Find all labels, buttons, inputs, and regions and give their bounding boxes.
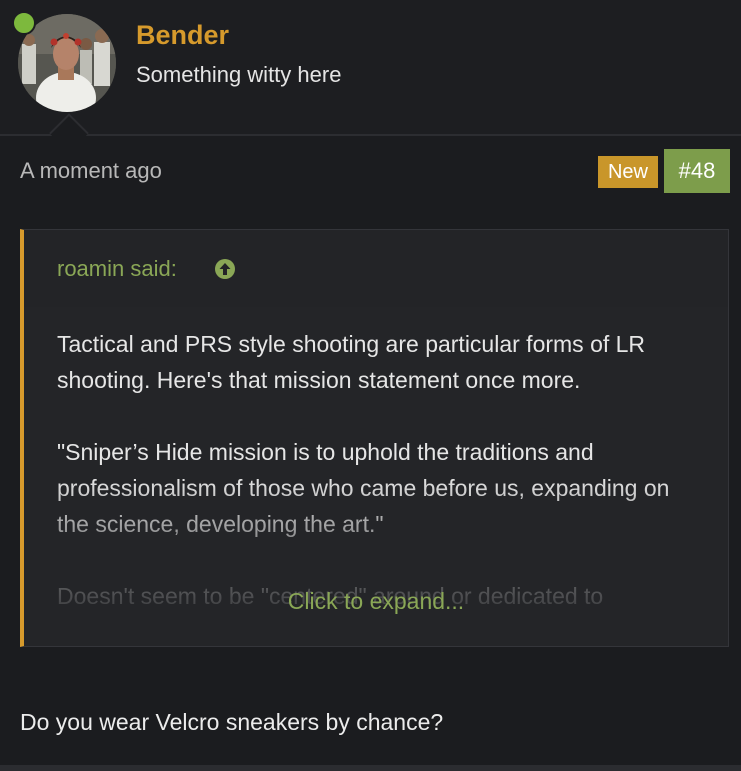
forum-post: Bender Something witty here A moment ago… xyxy=(0,0,741,771)
avatar-pointer xyxy=(49,113,89,153)
click-to-expand-link[interactable]: Click to expand... xyxy=(24,588,728,615)
user-title: Something witty here xyxy=(136,62,342,87)
post-message: Do you wear Velcro sneakers by chance? xyxy=(20,709,444,735)
new-badge: New xyxy=(598,156,658,188)
quote-block: roamin said: Tactical and PRS style shoo… xyxy=(20,229,729,647)
post-number-link[interactable]: #48 xyxy=(664,149,730,193)
quote-header: roamin said: xyxy=(24,230,728,307)
username-link[interactable]: Bender xyxy=(136,20,229,51)
online-status-icon xyxy=(12,11,36,35)
quote-paragraph: "Sniper’s Hide mission is to uphold the … xyxy=(57,439,670,537)
quote-author-link[interactable]: roamin said: xyxy=(57,256,177,282)
quote-paragraph: Tactical and PRS style shooting are part… xyxy=(57,331,646,393)
post-timestamp[interactable]: A moment ago xyxy=(20,158,162,184)
arrow-up-circle-icon[interactable] xyxy=(214,258,236,280)
post-footer-divider xyxy=(0,765,741,771)
post-user-header: Bender Something witty here xyxy=(0,0,741,153)
